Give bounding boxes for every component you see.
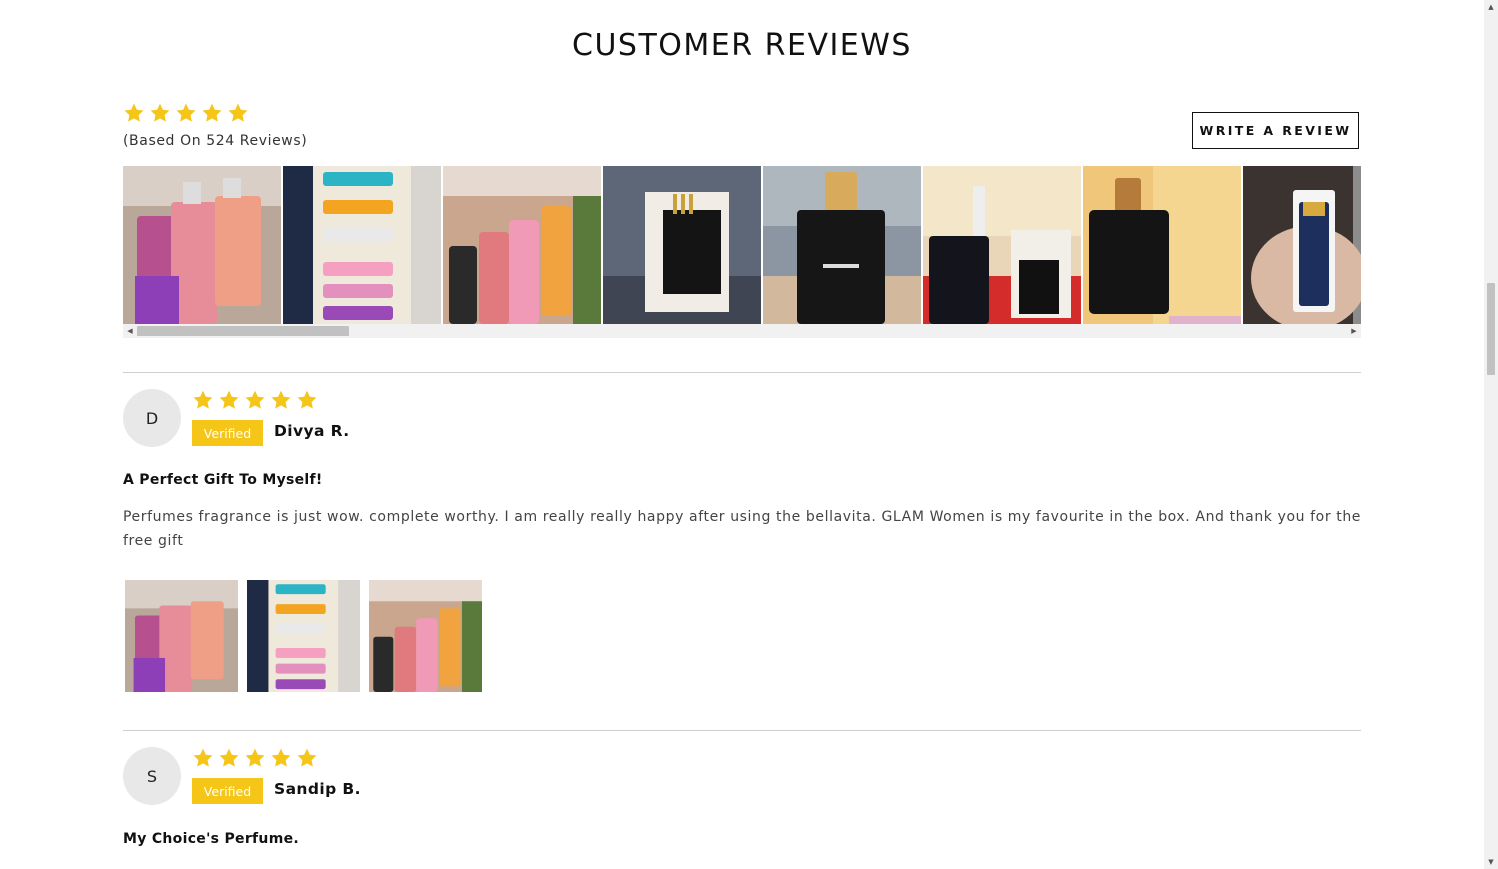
arrow-right-icon[interactable]: ▶ [1347, 324, 1361, 338]
star-icon [227, 102, 249, 124]
star-icon [175, 102, 197, 124]
reviews-page: CUSTOMER REVIEWS (Based On 524 Reviews) … [0, 0, 1484, 869]
star-icon [270, 747, 292, 769]
page-scrollbar[interactable]: ▲ ▼ [1484, 0, 1498, 869]
scrollbar-thumb[interactable] [1487, 283, 1495, 375]
review-rating-stars [192, 747, 318, 769]
page-title: CUSTOMER REVIEWS [572, 28, 912, 63]
perfume-pastel-bottles-photo[interactable] [123, 166, 281, 324]
star-icon [296, 389, 318, 411]
bella-vita-ceo-bottle-photo[interactable] [763, 166, 921, 324]
summary-rating-stars [123, 102, 249, 124]
write-review-button[interactable]: WRITE A REVIEW [1192, 112, 1359, 149]
perfume-pastel-bottles-photo[interactable] [125, 580, 238, 692]
review-title: My Choice's Perfume. [123, 831, 299, 847]
avatar: S [123, 747, 181, 805]
star-icon [201, 102, 223, 124]
star-icon [149, 102, 171, 124]
verified-badge: Verified [192, 420, 263, 446]
star-icon [192, 747, 214, 769]
ceo-perfume-box-in-hand-photo[interactable] [603, 166, 761, 324]
star-icon [192, 389, 214, 411]
scrollbar-thumb[interactable] [137, 326, 349, 336]
gallery-scrollbar[interactable]: ◀ ▶ [123, 324, 1361, 338]
reviewer-name: Sandip B. [274, 780, 361, 798]
star-icon [296, 747, 318, 769]
perfume-bottles-and-boxes-photo[interactable] [923, 166, 1081, 324]
arrow-up-icon[interactable]: ▲ [1484, 0, 1498, 14]
review-rating-stars [192, 389, 318, 411]
perfume-gift-set-box-photo[interactable] [247, 580, 360, 692]
perfume-four-bottles-box-photo[interactable] [443, 166, 601, 324]
review-body: Perfumes fragrance is just wow. complete… [123, 509, 1362, 549]
divider [123, 730, 1361, 731]
ceo-eau-de-parfum-photo[interactable] [1083, 166, 1241, 324]
divider [123, 372, 1361, 373]
star-icon [123, 102, 145, 124]
star-icon [244, 747, 266, 769]
avatar: D [123, 389, 181, 447]
arrow-down-icon[interactable]: ▼ [1484, 855, 1498, 869]
review-photos [125, 580, 482, 692]
reviewer-name: Divya R. [274, 422, 350, 440]
perfume-gift-set-box-photo[interactable] [283, 166, 441, 324]
verified-badge: Verified [192, 778, 263, 804]
arrow-left-icon[interactable]: ◀ [123, 324, 137, 338]
review-photo-gallery [123, 166, 1361, 324]
star-icon [218, 747, 240, 769]
perfume-four-bottles-box-photo[interactable] [369, 580, 482, 692]
review-title: A Perfect Gift To Myself! [123, 472, 323, 488]
star-icon [270, 389, 292, 411]
review-count: (Based On 524 Reviews) [123, 133, 308, 149]
star-icon [218, 389, 240, 411]
star-icon [244, 389, 266, 411]
perfume-vial-in-hand-photo[interactable] [1243, 166, 1361, 324]
